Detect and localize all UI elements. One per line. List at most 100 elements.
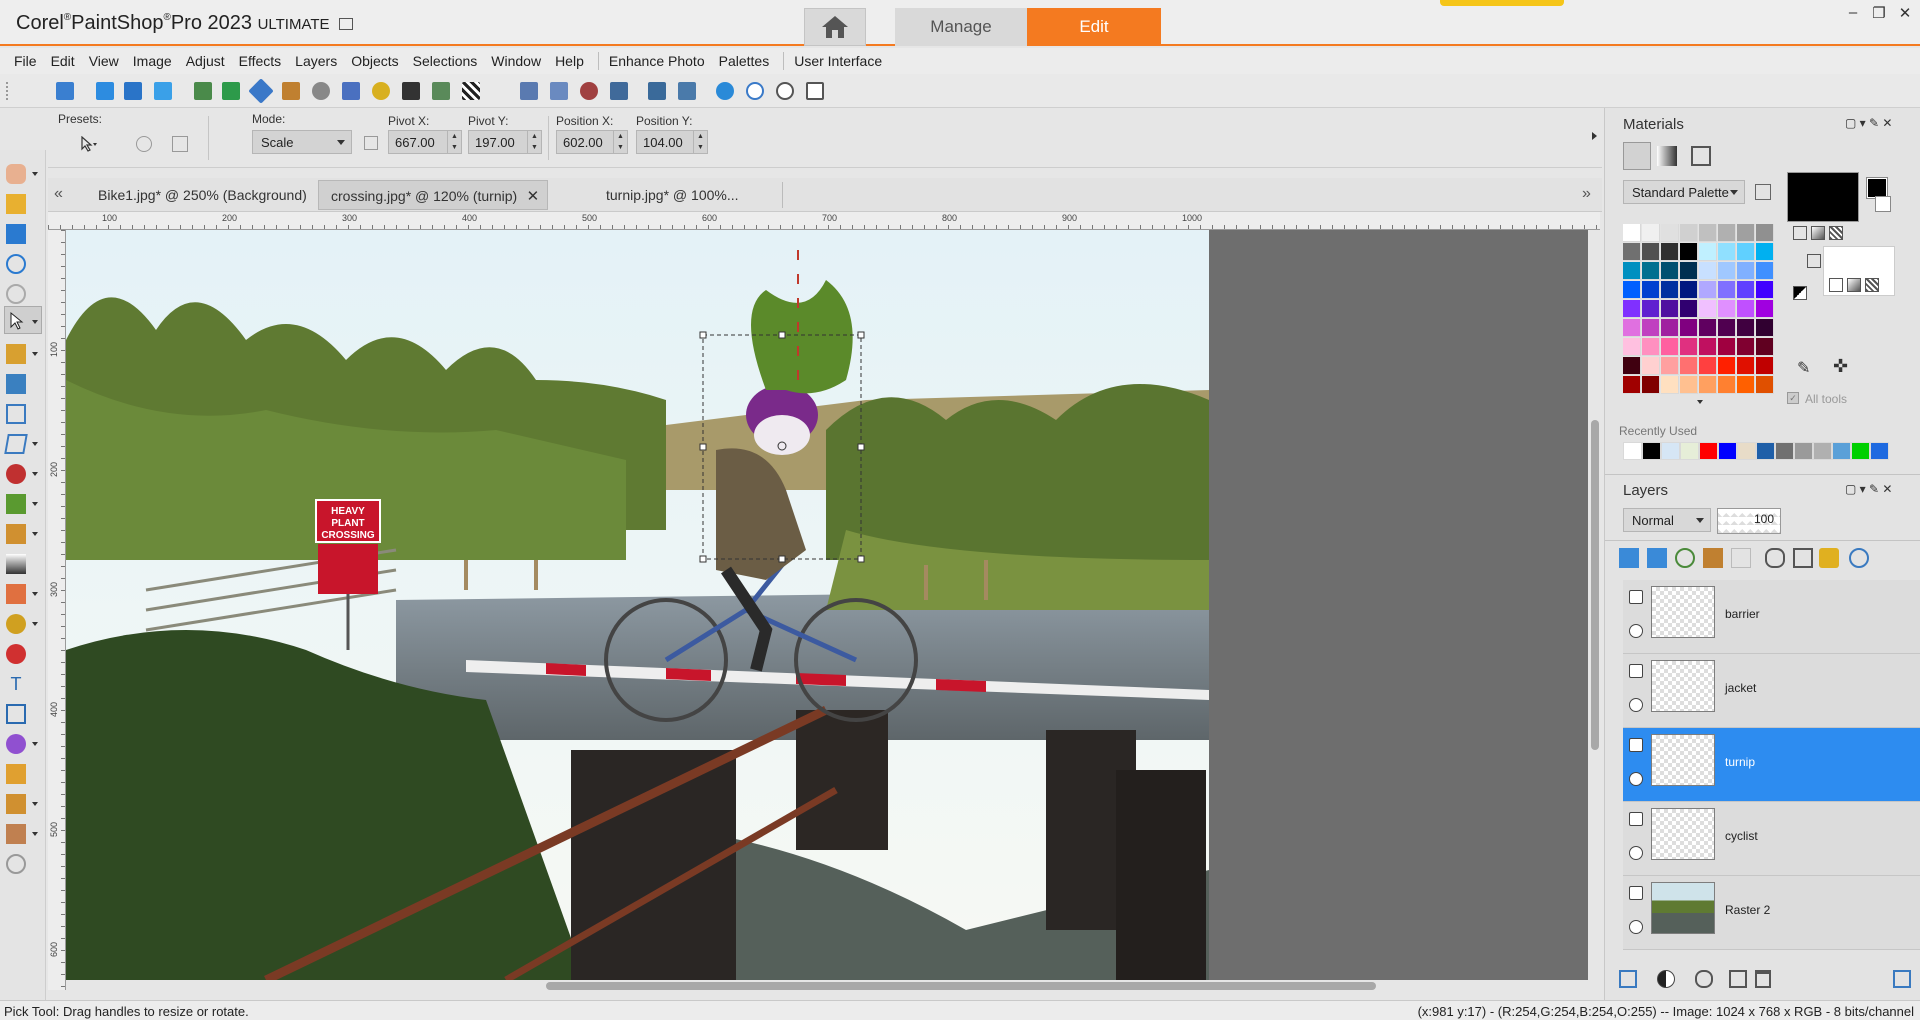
script-output-icon[interactable] <box>520 82 538 100</box>
learning-center-icon[interactable] <box>248 78 274 104</box>
color-swatch[interactable] <box>1642 243 1660 261</box>
layer-row-selected[interactable]: turnip <box>1623 728 1920 802</box>
color-swatch[interactable] <box>1642 281 1660 299</box>
color-swatch[interactable] <box>1756 376 1774 394</box>
color-swatch[interactable] <box>1642 262 1660 280</box>
color-swatch[interactable] <box>1737 338 1755 356</box>
menu-file[interactable]: File <box>14 53 37 69</box>
color-swatch[interactable] <box>1623 224 1641 242</box>
dropper-icon[interactable]: ✎ <box>1797 358 1810 378</box>
color-swatch[interactable] <box>1623 357 1641 375</box>
color-swatch[interactable] <box>1718 357 1736 375</box>
color-swatch[interactable] <box>1737 281 1755 299</box>
color-swatch[interactable] <box>1737 376 1755 394</box>
layers-panel-menu-icon[interactable]: ▢ ▾ ✎ ✕ <box>1845 482 1892 496</box>
menu-image[interactable]: Image <box>133 53 172 69</box>
menu-edit[interactable]: Edit <box>51 53 75 69</box>
eye-icon[interactable] <box>1629 624 1643 638</box>
color-swatch[interactable] <box>1661 243 1679 261</box>
dodge-tool-icon[interactable] <box>6 614 26 634</box>
recent-color-swatch[interactable] <box>1699 442 1718 460</box>
selection-tool-icon[interactable] <box>6 344 26 364</box>
color-swatch[interactable] <box>1718 262 1736 280</box>
layer-history-icon[interactable] <box>1849 548 1869 568</box>
layer-visibility-icon[interactable] <box>1675 548 1695 568</box>
redo-icon[interactable] <box>6 284 26 304</box>
layer-mask-icon[interactable] <box>1731 548 1751 568</box>
color-swatch[interactable] <box>1642 319 1660 337</box>
color-changer-icon[interactable] <box>6 644 26 664</box>
chevron-down-icon[interactable] <box>32 502 38 506</box>
stop-script-icon[interactable] <box>610 82 628 100</box>
presets-dropdown[interactable] <box>72 132 106 156</box>
color-swatch[interactable] <box>1699 357 1717 375</box>
layer-row[interactable]: Raster 2 <box>1623 876 1920 950</box>
menu-help[interactable]: Help <box>555 53 584 69</box>
swatches-tab-icon[interactable] <box>1623 142 1651 170</box>
eraser-tool-icon[interactable] <box>6 584 26 604</box>
full-screen-icon[interactable] <box>96 82 114 100</box>
panel-menu-icon[interactable]: ▢ ▾ ✎ ✕ <box>1845 116 1892 130</box>
position-y-spinner[interactable]: ▲ ▼ <box>694 130 708 154</box>
save-icon[interactable] <box>6 224 26 244</box>
actual-size-icon[interactable] <box>776 82 794 100</box>
menu-view[interactable]: View <box>89 53 119 69</box>
bg-texture-icon[interactable] <box>1865 278 1879 292</box>
opacity-field[interactable]: 100 <box>1717 508 1781 534</box>
color-swatch[interactable] <box>1699 338 1717 356</box>
color-swatch[interactable] <box>1623 262 1641 280</box>
bg-style-icon[interactable] <box>1829 278 1843 292</box>
color-swatch[interactable] <box>1623 376 1641 394</box>
color-swatch[interactable] <box>1737 262 1755 280</box>
fg-style-icon[interactable] <box>1793 226 1807 240</box>
color-swatch[interactable] <box>1680 262 1698 280</box>
color-swatch[interactable] <box>1699 262 1717 280</box>
fit-window-icon[interactable] <box>154 82 172 100</box>
color-swatch[interactable] <box>1718 338 1736 356</box>
straighten-tool-icon[interactable] <box>4 434 28 454</box>
eye-icon[interactable] <box>1629 698 1643 712</box>
image-info-icon[interactable] <box>194 82 212 100</box>
recent-color-swatch[interactable] <box>1623 442 1642 460</box>
foreground-color-swatch[interactable] <box>1787 172 1859 222</box>
move-layer-down-icon[interactable] <box>1647 548 1667 568</box>
color-swatch[interactable] <box>1642 376 1660 394</box>
bg-gradient-icon[interactable] <box>1847 278 1861 292</box>
link-layers-icon[interactable] <box>1765 548 1785 568</box>
layer-name[interactable]: jacket <box>1725 681 1756 695</box>
open-icon[interactable] <box>6 194 26 214</box>
chevron-down-icon[interactable] <box>32 622 38 626</box>
lock-layer-icon[interactable] <box>1819 548 1839 568</box>
eye-icon[interactable] <box>1629 846 1643 860</box>
color-swatch[interactable] <box>1661 357 1679 375</box>
layer-thumbnail[interactable] <box>1651 882 1715 934</box>
notification-tab[interactable] <box>1440 0 1564 6</box>
recent-color-swatch[interactable] <box>1680 442 1699 460</box>
zoom-out-icon[interactable] <box>746 82 764 100</box>
brush-variance-icon[interactable] <box>312 82 330 100</box>
color-swatch[interactable] <box>1718 300 1736 318</box>
zoom-in-icon[interactable] <box>716 82 734 100</box>
guides-icon[interactable] <box>678 82 696 100</box>
canvas-workspace[interactable]: HEAVY PLANT CROSSING <box>66 230 1588 980</box>
tab-crossing[interactable]: crossing.jpg* @ 120% (turnip) ✕ <box>318 180 549 210</box>
color-swatch[interactable] <box>1661 376 1679 394</box>
color-swatch[interactable] <box>1737 300 1755 318</box>
art-media-icon[interactable] <box>6 824 26 844</box>
color-swatch[interactable] <box>1756 243 1774 261</box>
horizontal-scrollbar[interactable] <box>66 980 1588 992</box>
art-brush-icon[interactable] <box>6 794 26 814</box>
layer-name[interactable]: cyclist <box>1725 829 1758 843</box>
layer-type-icon[interactable] <box>1629 590 1643 604</box>
crop-tool-icon[interactable] <box>6 404 26 424</box>
fg-gradient-icon[interactable] <box>1811 226 1825 240</box>
gradient-tab-icon[interactable] <box>1657 146 1677 166</box>
layer-type-icon[interactable] <box>1629 812 1643 826</box>
all-tools-checkbox[interactable]: ✓ <box>1787 392 1799 404</box>
pivot-icon[interactable] <box>364 136 378 150</box>
eye-icon[interactable] <box>1629 772 1643 786</box>
reset-icon[interactable] <box>136 136 152 152</box>
more-swatches-icon[interactable] <box>1697 400 1703 404</box>
layer-thumbnail[interactable] <box>1651 808 1715 860</box>
scroll-tabs-left-icon[interactable]: « <box>54 185 63 203</box>
